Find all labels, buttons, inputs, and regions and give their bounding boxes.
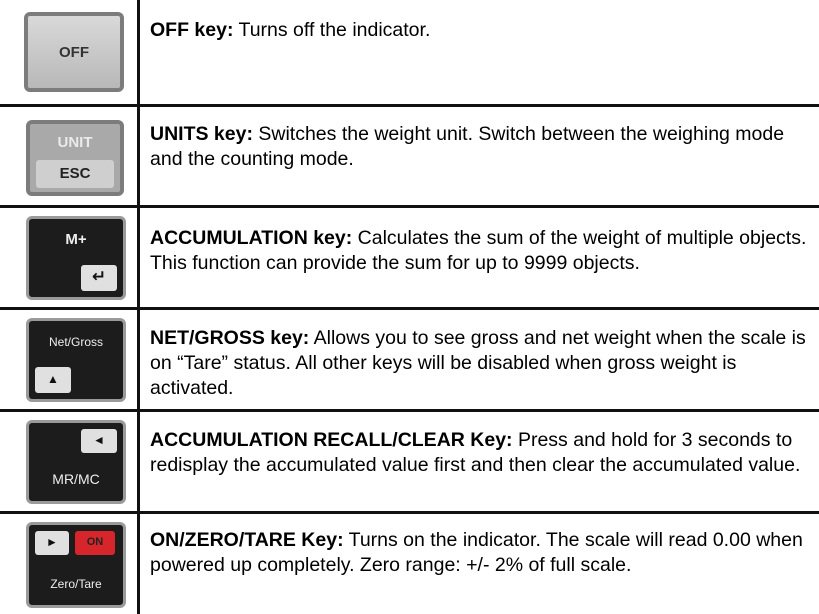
net-gross-key-row: Net/Gross ▲ NET/GROSS key: Allows you to… bbox=[0, 312, 819, 408]
units-key-description: UNITS key: Switches the weight unit. Swi… bbox=[150, 122, 809, 172]
left-arrow-icon: ◄ bbox=[93, 433, 105, 447]
off-key-title: OFF key: bbox=[150, 19, 234, 41]
net-gross-key-title: NET/GROSS key: bbox=[150, 327, 310, 349]
right-label-panel: ► bbox=[35, 531, 69, 555]
on-zero-tare-key-title: ON/ZERO/TARE Key: bbox=[150, 529, 344, 551]
accumulation-key-top-label: M+ bbox=[65, 231, 87, 248]
row-divider bbox=[0, 205, 819, 208]
on-zero-tare-key-image: ► ON Zero/Tare bbox=[26, 522, 126, 608]
off-key-image: OFF bbox=[24, 12, 124, 92]
zero-tare-key-label: Zero/Tare bbox=[50, 577, 102, 591]
right-arrow-icon: ► bbox=[46, 535, 58, 549]
row-divider bbox=[0, 511, 819, 514]
off-key-desc: Turns off the indicator. bbox=[233, 19, 431, 41]
units-key-row: UNIT ESC UNITS key: Switches the weight … bbox=[0, 112, 819, 204]
esc-label-panel: ESC bbox=[36, 160, 114, 188]
left-label-panel: ◄ bbox=[81, 429, 117, 453]
off-key-description: OFF key: Turns off the indicator. bbox=[150, 18, 809, 43]
row-divider bbox=[0, 307, 819, 310]
units-key-image: UNIT ESC bbox=[26, 120, 124, 196]
enter-label-panel: ↵ bbox=[81, 265, 117, 291]
row-divider bbox=[0, 104, 819, 107]
units-key-top-label: UNIT bbox=[57, 134, 93, 151]
off-key-row: OFF OFF key: Turns off the indicator. bbox=[0, 0, 819, 104]
recall-clear-key-image: ◄ MR/MC bbox=[26, 420, 126, 504]
accumulation-key-row: M+ ↵ ACCUMULATION key: Calculates the su… bbox=[0, 210, 819, 306]
net-gross-key-image: Net/Gross ▲ bbox=[26, 318, 126, 402]
accumulation-key-image: M+ ↵ bbox=[26, 216, 126, 300]
net-gross-key-top-label: Net/Gross bbox=[48, 335, 103, 349]
up-label-panel: ▲ bbox=[35, 367, 71, 393]
enter-icon: ↵ bbox=[91, 267, 107, 286]
accumulation-key-description: ACCUMULATION key: Calculates the sum of … bbox=[150, 226, 809, 276]
on-key-label: ON bbox=[86, 536, 104, 548]
recall-clear-key-bottom-label: MR/MC bbox=[52, 471, 100, 487]
recall-clear-key-title: ACCUMULATION RECALL/CLEAR Key: bbox=[150, 429, 513, 451]
recall-clear-key-description: ACCUMULATION RECALL/CLEAR Key: Press and… bbox=[150, 428, 809, 478]
row-divider bbox=[0, 409, 819, 412]
recall-clear-key-row: ◄ MR/MC ACCUMULATION RECALL/CLEAR Key: P… bbox=[0, 414, 819, 510]
off-key-label: OFF bbox=[59, 44, 89, 61]
units-key-bottom-label: ESC bbox=[59, 165, 91, 182]
on-zero-tare-key-row: ► ON Zero/Tare ON/ZERO/TARE Key: Turns o… bbox=[0, 516, 819, 614]
net-gross-key-description: NET/GROSS key: Allows you to see gross a… bbox=[150, 326, 809, 401]
units-key-title: UNITS key: bbox=[150, 123, 253, 145]
on-label-panel: ON bbox=[75, 531, 115, 555]
accumulation-key-title: ACCUMULATION key: bbox=[150, 227, 353, 249]
on-zero-tare-key-description: ON/ZERO/TARE Key: Turns on the indicator… bbox=[150, 528, 809, 578]
up-arrow-icon: ▲ bbox=[47, 372, 59, 386]
